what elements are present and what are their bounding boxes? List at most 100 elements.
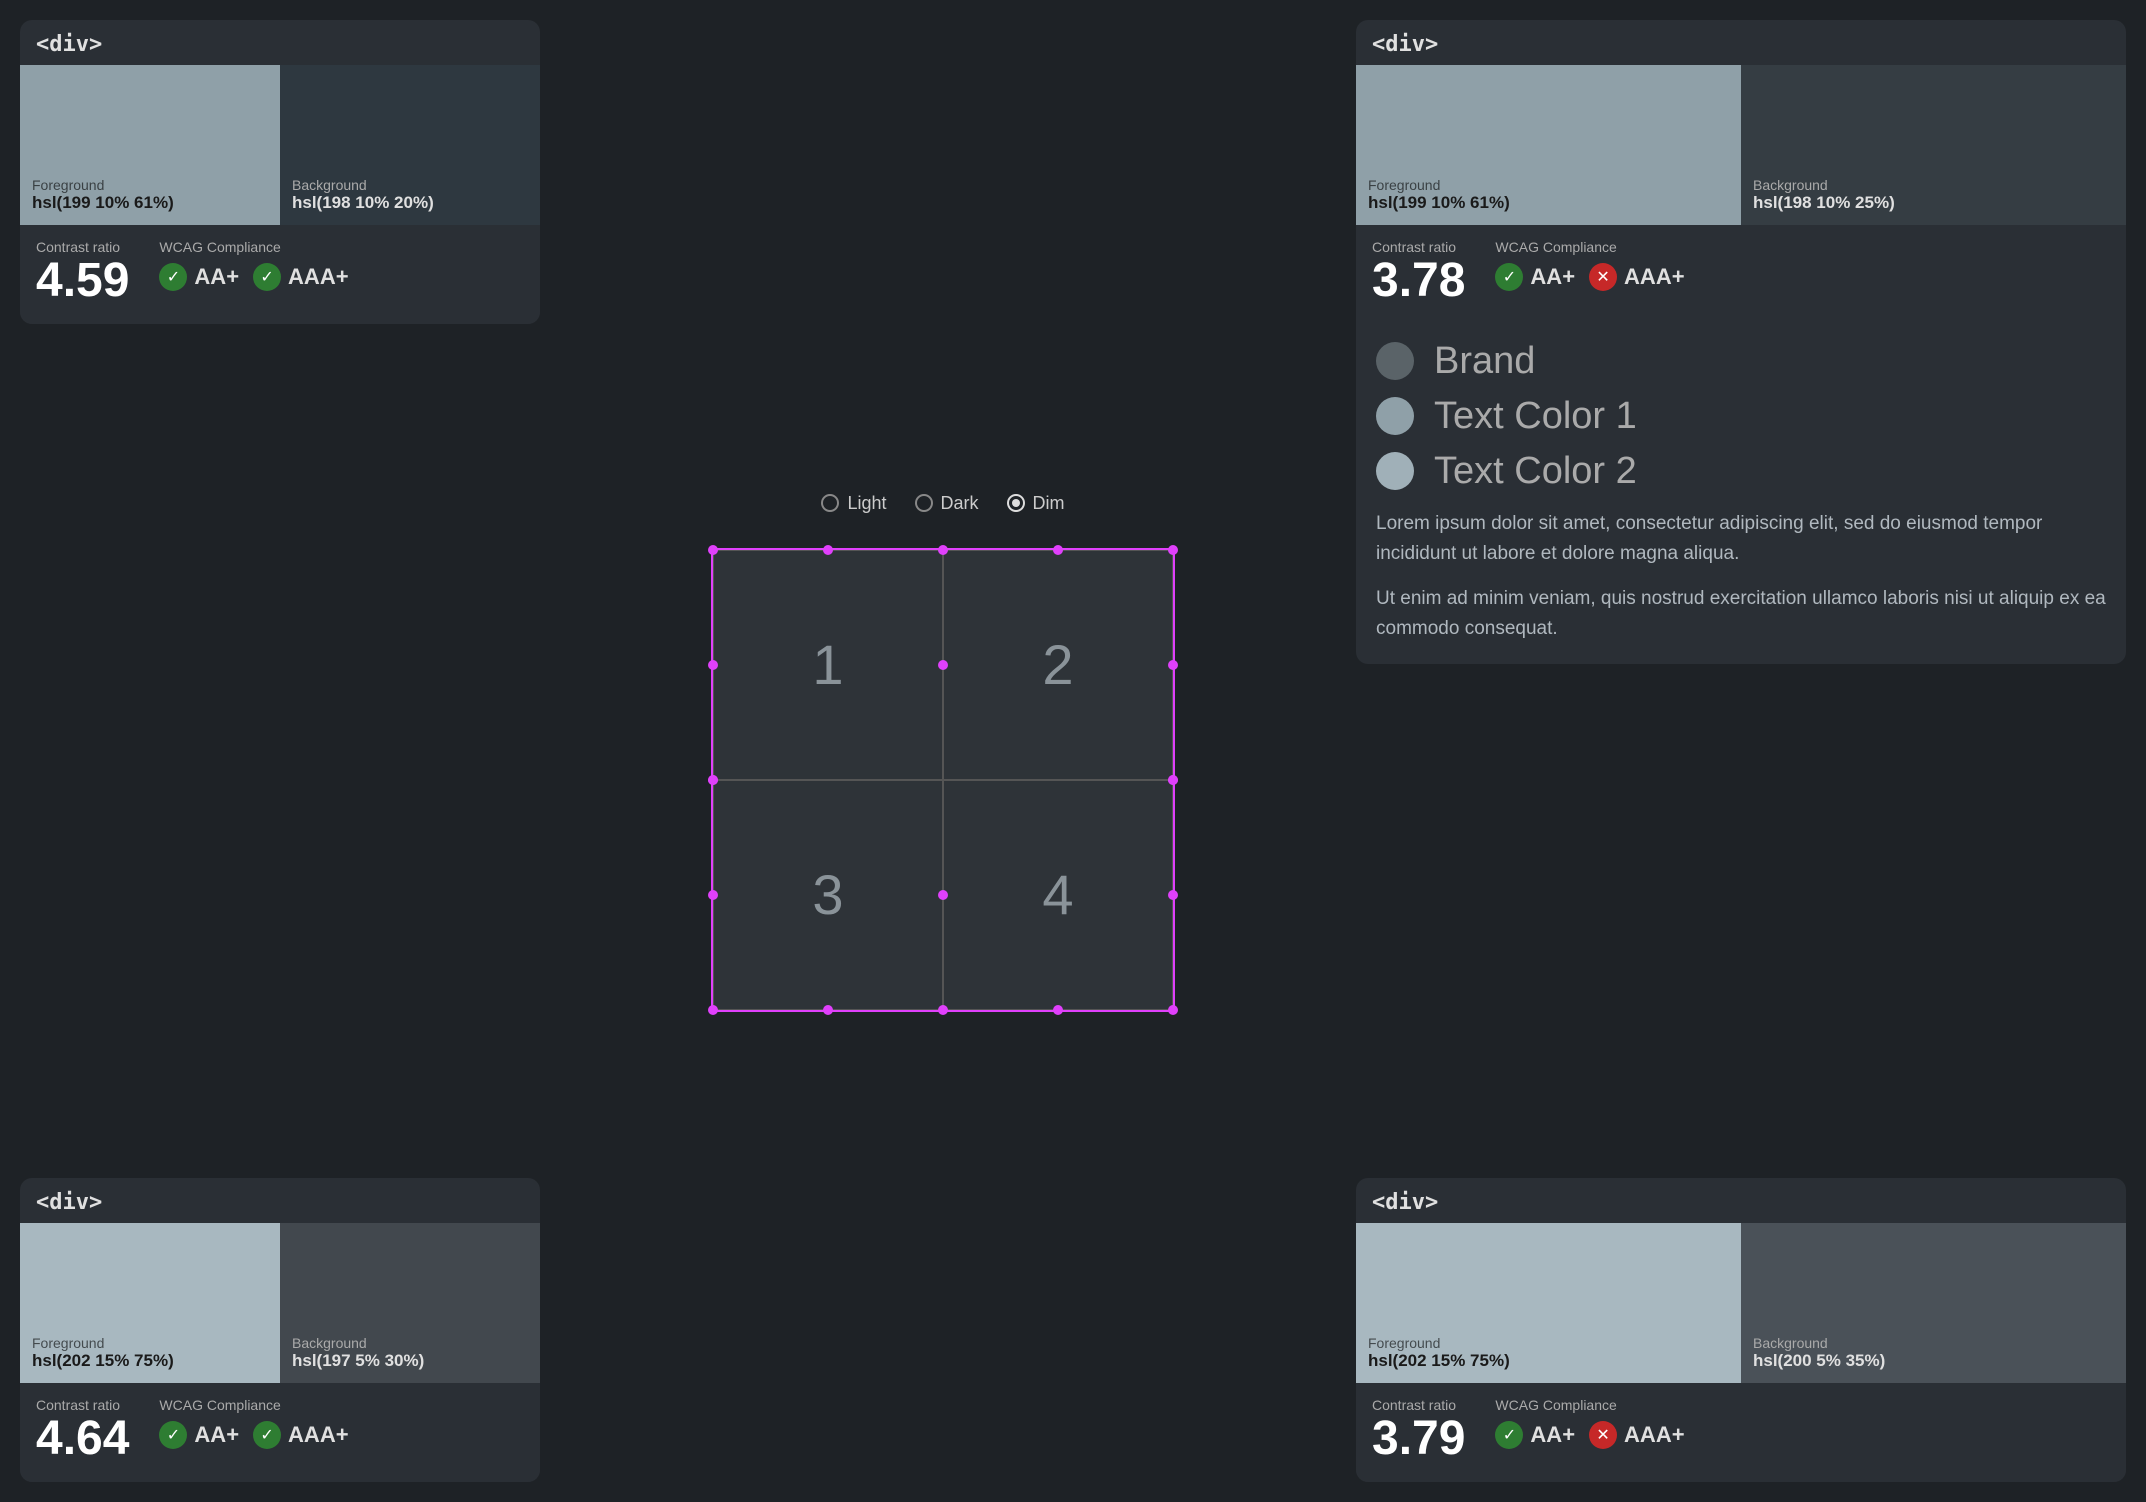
badge-label-aa-tr: AA+	[1530, 264, 1575, 290]
bg-swatch-br: Background hsl(200 5% 35%)	[1741, 1223, 2126, 1383]
wcag-badges-br: ✓ AA+ ✕ AAA+	[1495, 1421, 1684, 1449]
handle-col1-bot[interactable]	[823, 1005, 833, 1015]
center-panel: Light Dark Dim 1 2 3	[540, 0, 1346, 1502]
radio-dim[interactable]	[1007, 494, 1025, 512]
badge-label-aa-br: AA+	[1530, 1422, 1575, 1448]
theme-light-label: Light	[847, 493, 886, 514]
contrast-value-bl: 4.64	[36, 1413, 129, 1466]
fg-swatch-bl: Foreground hsl(202 15% 75%)	[20, 1223, 280, 1383]
top-right-panel: <div> Foreground hsl(199 10% 61%) Backgr…	[1356, 20, 2126, 664]
lorem-paragraph-2: Ut enim ad minim veniam, quis nostrud ex…	[1376, 584, 2106, 645]
bg-value-br: hsl(200 5% 35%)	[1753, 1351, 2114, 1371]
text2-circle	[1376, 452, 1414, 490]
badge-icon-aa-bl: ✓	[159, 1421, 187, 1449]
badge-icon-aaa-bl: ✓	[253, 1421, 281, 1449]
handle-inner-mid-bot[interactable]	[938, 890, 948, 900]
handle-row1-right[interactable]	[1168, 660, 1178, 670]
theme-selector: Light Dark Dim	[821, 493, 1064, 514]
fg-value: hsl(199 10% 61%)	[32, 193, 268, 213]
contrast-label-bl: Contrast ratio	[36, 1397, 129, 1413]
radio-light[interactable]	[821, 494, 839, 512]
legend-brand: Brand	[1376, 340, 2106, 383]
text1-circle	[1376, 397, 1414, 435]
handle-col1-top[interactable]	[823, 545, 833, 555]
badge-icon-aaa-tl: ✓	[253, 263, 281, 291]
theme-dim[interactable]: Dim	[1007, 493, 1065, 514]
handle-bc[interactable]	[938, 1005, 948, 1015]
badge-aaa-br: ✕ AAA+	[1589, 1421, 1685, 1449]
theme-dark[interactable]: Dark	[915, 493, 979, 514]
handle-tc[interactable]	[938, 545, 948, 555]
badge-aa-tl: ✓ AA+	[159, 263, 239, 291]
wcag-label-bl: WCAG Compliance	[159, 1397, 348, 1413]
handle-row1-left[interactable]	[708, 660, 718, 670]
fg-value-bl: hsl(202 15% 75%)	[32, 1351, 268, 1371]
brand-circle	[1376, 342, 1414, 380]
color-swatches-bl: Foreground hsl(202 15% 75%) Background h…	[20, 1223, 540, 1383]
bg-value-bl: hsl(197 5% 30%)	[292, 1351, 528, 1371]
wcag-block: WCAG Compliance ✓ AA+ ✓ AAA+	[159, 239, 348, 308]
handle-row2-left[interactable]	[708, 890, 718, 900]
handle-tl[interactable]	[708, 545, 718, 555]
contrast-block-bl: Contrast ratio 4.64	[36, 1397, 129, 1466]
box-2: 2	[943, 550, 1173, 780]
fg-swatch: Foreground hsl(199 10% 61%)	[20, 65, 280, 225]
box-2-number: 2	[1042, 632, 1073, 697]
box-4: 4	[943, 780, 1173, 1010]
handle-row2-right[interactable]	[1168, 890, 1178, 900]
panel-tag: <div>	[20, 20, 540, 65]
badge-icon-aa-tr: ✓	[1495, 263, 1523, 291]
theme-light[interactable]: Light	[821, 493, 886, 514]
contrast-label-tr: Contrast ratio	[1372, 239, 1465, 255]
panel-tag-tr: <div>	[1356, 20, 2126, 65]
handle-inner-mid-top[interactable]	[938, 660, 948, 670]
handle-bl-c[interactable]	[708, 1005, 718, 1015]
radio-dark[interactable]	[915, 494, 933, 512]
wcag-block-bl: WCAG Compliance ✓ AA+ ✓ AAA+	[159, 1397, 348, 1466]
bottom-left-panel: <div> Foreground hsl(202 15% 75%) Backgr…	[20, 1178, 540, 1482]
handle-tr[interactable]	[1168, 545, 1178, 555]
bg-swatch-tr: Background hsl(198 10% 25%)	[1741, 65, 2126, 225]
contrast-block-br: Contrast ratio 3.79	[1372, 1397, 1465, 1466]
wcag-block-br: WCAG Compliance ✓ AA+ ✕ AAA+	[1495, 1397, 1684, 1466]
contrast-block: Contrast ratio 4.59	[36, 239, 129, 308]
brand-label: Brand	[1434, 340, 1535, 383]
badge-label-aaa-tl: AAA+	[288, 264, 349, 290]
handle-col2-top[interactable]	[1053, 545, 1063, 555]
badge-aa-br: ✓ AA+	[1495, 1421, 1575, 1449]
badge-label-aa-bl: AA+	[194, 1422, 239, 1448]
text2-label: Text Color 2	[1434, 450, 1637, 493]
panel-tag-bl: <div>	[20, 1178, 540, 1223]
bg-swatch-bl: Background hsl(197 5% 30%)	[280, 1223, 540, 1383]
contrast-label: Contrast ratio	[36, 239, 129, 255]
bg-label-br: Background	[1753, 1335, 2114, 1351]
handle-col2-bot[interactable]	[1053, 1005, 1063, 1015]
box-3-number: 3	[812, 862, 843, 927]
handle-br-c[interactable]	[1168, 1005, 1178, 1015]
fg-label-bl: Foreground	[32, 1335, 268, 1351]
bg-label-tr: Background	[1753, 177, 2114, 193]
badge-aa-tr: ✓ AA+	[1495, 263, 1575, 291]
box-4-number: 4	[1042, 862, 1073, 927]
contrast-row-br: Contrast ratio 3.79 WCAG Compliance ✓ AA…	[1356, 1383, 2126, 1482]
fg-label: Foreground	[32, 177, 268, 193]
wcag-badges: ✓ AA+ ✓ AAA+	[159, 263, 348, 291]
badge-icon-aaa-tr: ✕	[1589, 263, 1617, 291]
handle-inner-left[interactable]	[708, 775, 718, 785]
handle-inner-right[interactable]	[1168, 775, 1178, 785]
badge-label-aaa-br: AAA+	[1624, 1422, 1685, 1448]
box-1: 1	[713, 550, 943, 780]
badge-icon-aaa-br: ✕	[1589, 1421, 1617, 1449]
badge-aa-bl: ✓ AA+	[159, 1421, 239, 1449]
color-swatches-br: Foreground hsl(202 15% 75%) Background h…	[1356, 1223, 2126, 1383]
bg-swatch: Background hsl(198 10% 20%)	[280, 65, 540, 225]
fg-swatch-br: Foreground hsl(202 15% 75%)	[1356, 1223, 1741, 1383]
box-3: 3	[713, 780, 943, 1010]
fg-label-tr: Foreground	[1368, 177, 1729, 193]
contrast-value: 4.59	[36, 255, 129, 308]
wcag-label-tr: WCAG Compliance	[1495, 239, 1684, 255]
bottom-right-panel: <div> Foreground hsl(202 15% 75%) Backgr…	[1356, 1178, 2126, 1482]
legend-text2: Text Color 2	[1376, 450, 2106, 493]
bg-value-tr: hsl(198 10% 25%)	[1753, 193, 2114, 213]
text1-label: Text Color 1	[1434, 395, 1637, 438]
